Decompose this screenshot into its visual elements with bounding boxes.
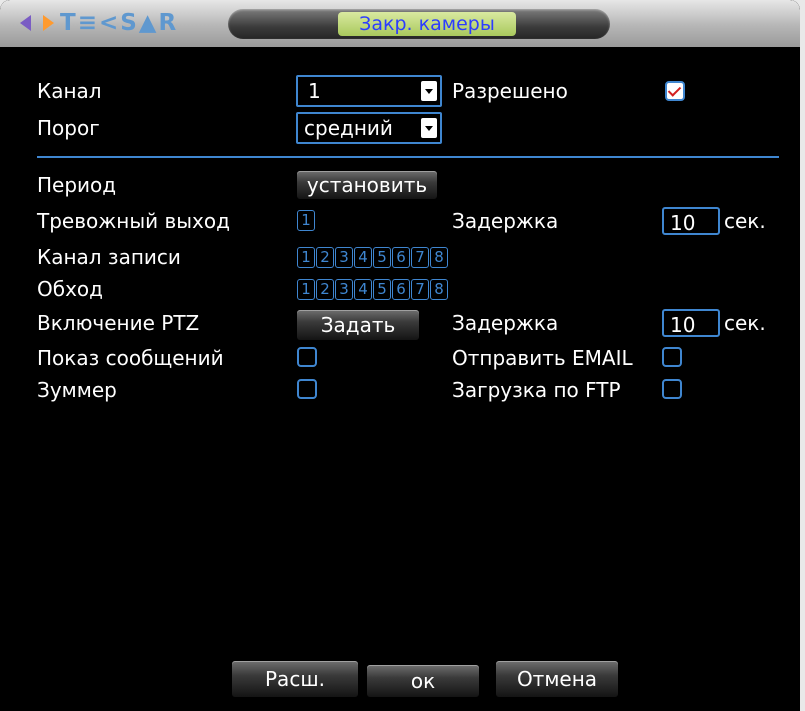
period-label: Период <box>37 173 117 197</box>
ftp-upload-label: Загрузка по FTP <box>452 378 621 402</box>
channel-toggle-button[interactable]: 1 <box>297 279 315 300</box>
camera-blind-dialog: T≡<S▲R Закр. камеры Канал 1 Разрешено По… <box>0 0 800 711</box>
channel-toggle-button[interactable]: 8 <box>430 279 448 300</box>
threshold-row: Порог средний <box>0 112 800 144</box>
ptz-set-button[interactable]: Задать <box>297 310 419 340</box>
ptz-delay-input[interactable]: 10 <box>662 309 720 337</box>
period-row: Период установить <box>0 169 800 201</box>
channel-toggle-button[interactable]: 6 <box>392 279 410 300</box>
threshold-label: Порог <box>37 116 100 140</box>
tour-label: Обход <box>37 277 103 301</box>
channel-toggle-button[interactable]: 2 <box>316 247 334 268</box>
send-email-checkbox[interactable] <box>662 347 682 367</box>
chevron-down-icon[interactable] <box>421 118 437 138</box>
ftp-upload-checkbox[interactable] <box>662 379 682 399</box>
channel-value: 1 <box>308 79 321 103</box>
tour-row: Обход 12345678 <box>0 273 800 305</box>
window-title: Закр. камеры <box>338 12 516 36</box>
channel-toggle-button[interactable]: 1 <box>297 247 315 268</box>
logo-text: T≡<S▲R <box>60 10 179 36</box>
enabled-label: Разрешено <box>452 79 568 103</box>
send-email-label: Отправить EMAIL <box>452 346 633 370</box>
buzzer-checkbox[interactable] <box>297 379 317 399</box>
channel-toggle-button[interactable]: 3 <box>335 247 353 268</box>
channel-toggle-button[interactable]: 4 <box>354 279 372 300</box>
channel-toggle-button[interactable]: 2 <box>316 279 334 300</box>
advanced-button[interactable]: Расш. <box>232 661 358 697</box>
channel-label: Канал <box>37 79 102 103</box>
ptz-delay-unit: сек. <box>724 311 766 335</box>
period-set-button[interactable]: установить <box>297 171 437 199</box>
channel-toggle-button[interactable]: 6 <box>392 247 410 268</box>
buzzer-label: Зуммер <box>37 378 117 402</box>
alarm-out-label: Тревожный выход <box>37 209 230 233</box>
channel-toggle-button[interactable]: 5 <box>373 247 391 268</box>
record-channel-buttons: 12345678 <box>297 247 449 268</box>
tour-channel-buttons: 12345678 <box>297 279 449 300</box>
channel-toggle-button[interactable]: 4 <box>354 247 372 268</box>
channel-toggle-button[interactable]: 3 <box>335 279 353 300</box>
record-channel-row: Канал записи 12345678 <box>0 241 800 273</box>
ptz-delay-label: Задержка <box>452 311 559 335</box>
show-message-row: Показ сообщений Отправить EMAIL <box>0 342 800 374</box>
buzzer-row: Зуммер Загрузка по FTP <box>0 374 800 406</box>
cancel-button[interactable]: Отмена <box>496 661 618 697</box>
threshold-value: средний <box>304 116 393 140</box>
title-pill: Закр. камеры <box>228 9 610 39</box>
channel-toggle-button[interactable]: 7 <box>411 247 429 268</box>
show-message-checkbox[interactable] <box>297 347 317 367</box>
divider <box>37 156 779 158</box>
channel-toggle-button[interactable]: 8 <box>430 247 448 268</box>
alarm-out-row: Тревожный выход 1 Задержка 10 сек. <box>0 205 800 237</box>
logo: T≡<S▲R <box>18 10 178 36</box>
channel-toggle-button[interactable]: 7 <box>411 279 429 300</box>
channel-row: Канал 1 Разрешено <box>0 75 800 107</box>
ptz-label: Включение PTZ <box>37 311 200 335</box>
title-bar: T≡<S▲R Закр. камеры <box>0 0 800 47</box>
alarm-delay-label: Задержка <box>452 209 559 233</box>
channel-toggle-button[interactable]: 1 <box>297 210 315 231</box>
alarm-delay-unit: сек. <box>724 209 766 233</box>
ok-button[interactable]: ок <box>367 665 479 697</box>
alarm-out-channels: 1 <box>297 210 316 231</box>
logo-arrows-icon <box>20 15 54 31</box>
enabled-checkbox[interactable] <box>665 81 685 101</box>
threshold-select[interactable]: средний <box>296 112 442 144</box>
channel-select[interactable]: 1 <box>296 75 442 107</box>
ptz-row: Включение PTZ Задать Задержка 10 сек. <box>0 307 800 340</box>
alarm-delay-input[interactable]: 10 <box>662 207 720 235</box>
record-channel-label: Канал записи <box>37 245 181 269</box>
channel-toggle-button[interactable]: 5 <box>373 279 391 300</box>
chevron-down-icon[interactable] <box>421 81 437 101</box>
show-message-label: Показ сообщений <box>37 346 224 370</box>
